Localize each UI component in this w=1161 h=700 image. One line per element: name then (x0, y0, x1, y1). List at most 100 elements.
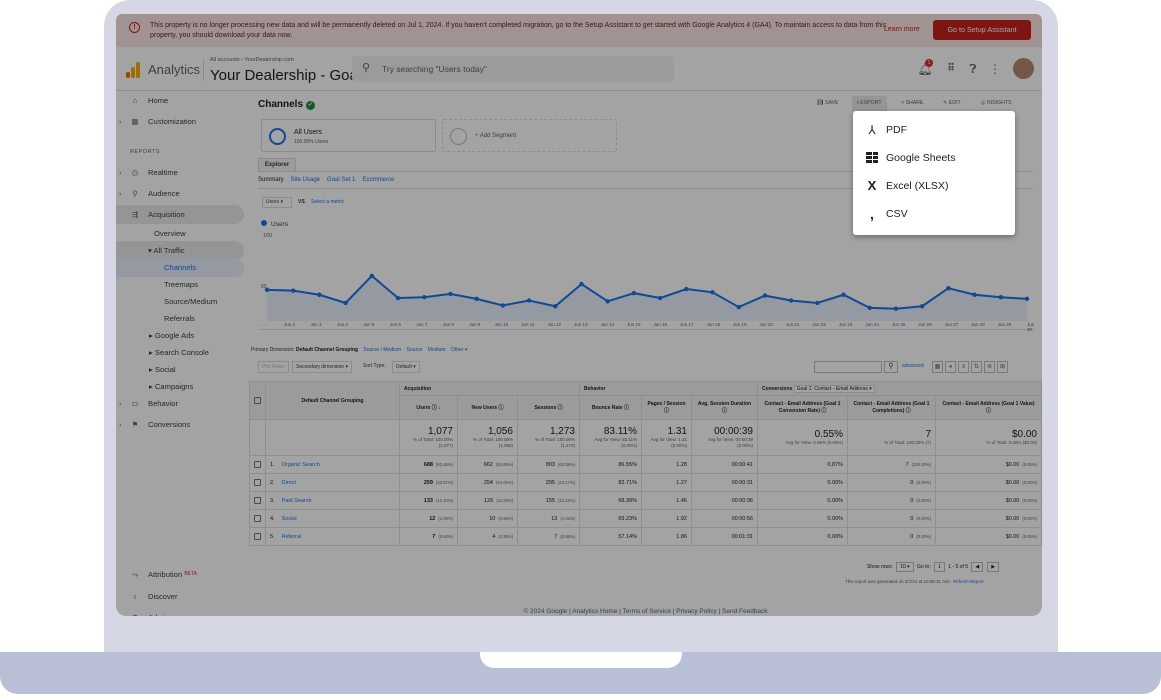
users-point[interactable] (736, 304, 741, 310)
table-row[interactable]: 4. Social 12 (1.09%) 10 (0.95%) 13 (1.02%) 69.23… (249, 509, 1042, 528)
table-row[interactable]: 1. Organic Search 688 (62.46%) 662 (62.69%) 80… (249, 455, 1042, 474)
sidebar-item-customization[interactable]: ▦ Customization (116, 112, 244, 131)
analytics-logo[interactable] (126, 62, 140, 78)
table-search-button[interactable]: ⚲ (884, 361, 898, 373)
row-checkbox[interactable] (254, 461, 261, 468)
plot-rows-button[interactable]: Plot Rows (258, 361, 289, 373)
users-point[interactable] (605, 299, 610, 304)
users-point[interactable] (1024, 296, 1030, 302)
channel-link[interactable]: Paid Search (282, 498, 312, 504)
goto-input[interactable]: 1 (934, 562, 945, 572)
edit-button[interactable]: ✎ EDIT (943, 100, 961, 106)
tab-explorer[interactable]: Explorer (258, 158, 296, 171)
channel-link[interactable]: Organic Search (282, 462, 320, 468)
select-all-checkbox[interactable] (254, 397, 261, 404)
subtab-ecommerce[interactable]: Ecommerce (362, 177, 394, 183)
subtab-goal-set-1[interactable]: Goal Set 1 (327, 177, 355, 183)
users-point[interactable] (998, 295, 1003, 300)
sort-type-select[interactable]: Default ▾ (392, 361, 420, 373)
refresh-report-link[interactable]: Refresh Report (953, 579, 984, 584)
channel-link[interactable]: Social (282, 516, 297, 522)
col-goal1-conversion-rate[interactable]: Contact - Email Address (Goal 1 Conversi… (757, 395, 848, 420)
users-point[interactable] (972, 292, 977, 297)
metric-select[interactable]: Users ▾ (262, 197, 292, 208)
more-vert-icon[interactable]: ⋮ (987, 61, 1003, 77)
sidebar-item-discover[interactable]: ♁ Discover (116, 587, 244, 606)
sidebar-item-behavior[interactable]: ▭ Behavior (116, 394, 244, 413)
row-checkbox[interactable] (254, 533, 261, 540)
col-sessions[interactable]: Sessions ⓘ (517, 395, 580, 420)
sidebar-item-acquisition[interactable]: ⇶ Acquisition (116, 205, 244, 224)
users-point[interactable] (841, 292, 846, 297)
subtab-site-usage[interactable]: Site Usage (291, 177, 320, 183)
avatar[interactable] (1013, 58, 1034, 79)
users-point[interactable] (815, 300, 820, 306)
users-point[interactable] (474, 296, 479, 302)
users-point[interactable] (526, 298, 532, 303)
save-button[interactable]: 💾︎ SAVE (817, 100, 839, 106)
channel-link[interactable]: Direct (282, 480, 296, 486)
export-button[interactable]: ⭳ EXPORT (852, 96, 887, 111)
users-point[interactable] (395, 295, 401, 301)
users-point[interactable] (500, 303, 506, 308)
add-segment-button[interactable]: + Add Segment (442, 119, 617, 152)
users-point[interactable] (919, 304, 925, 309)
view-table-icon[interactable]: ▦ (932, 361, 943, 373)
search-bar[interactable]: ⚲ Try searching "Users today" (352, 56, 674, 82)
select-metric-link[interactable]: Select a metric (311, 199, 344, 205)
table-row[interactable]: 2. Direct 259 (23.57%) 254 (24.05%) 295 (23.17%… (249, 473, 1042, 492)
view-pivot-icon[interactable]: ⊞ (997, 361, 1008, 373)
sidebar-item-audience[interactable]: ⚲ Audience (116, 184, 244, 203)
col-channel-grouping[interactable]: Default Channel Grouping (265, 381, 400, 420)
table-search-input[interactable] (814, 361, 882, 373)
users-point[interactable] (631, 290, 637, 296)
users-point[interactable] (291, 288, 296, 293)
help-icon[interactable]: ❓︎ (965, 61, 981, 77)
dimension-link-source-medium[interactable]: Source / Medium (363, 347, 401, 353)
col-pages-session[interactable]: Pages / Session ⓘ (641, 395, 692, 420)
users-point[interactable] (343, 300, 348, 306)
users-point[interactable] (317, 292, 322, 297)
table-row[interactable]: 3. Paid Search 133 (12.10%) 126 (11.93%) 155 (1… (249, 491, 1042, 510)
users-point[interactable] (553, 304, 558, 309)
users-point[interactable] (369, 273, 375, 279)
users-point[interactable] (893, 306, 899, 311)
segment-all-users[interactable]: All Users 100.00% Users (261, 119, 436, 152)
goal-select[interactable]: Goal 1: Contact - Email Address ▾ (793, 384, 875, 393)
sidebar-item-conversions[interactable]: ⚑ Conversions (116, 415, 244, 434)
row-checkbox[interactable] (254, 479, 261, 486)
row-checkbox[interactable] (254, 497, 261, 504)
setup-assistant-button[interactable]: Go to Setup Assistant (933, 20, 1031, 40)
show-rows-select[interactable]: 10 ▾ (896, 562, 914, 572)
users-point[interactable] (788, 298, 794, 303)
next-page-button[interactable]: ▶ (987, 562, 1000, 572)
view-performance-icon[interactable]: ≡ (958, 361, 969, 373)
sidebar-item-realtime[interactable]: ◷ Realtime (116, 163, 244, 182)
users-point[interactable] (710, 290, 715, 295)
view-term-cloud-icon[interactable]: ≋ (984, 361, 995, 373)
apps-grid-icon[interactable]: ⠿ (943, 61, 959, 77)
view-pie-icon[interactable]: ◕ (945, 361, 956, 373)
sidebar-item-attribution[interactable]: ⤳ Attribution BETA (116, 565, 244, 584)
users-point[interactable] (448, 291, 453, 297)
subtab-summary[interactable]: Summary (258, 177, 284, 183)
learn-more-link[interactable]: Learn more (884, 26, 920, 33)
prev-page-button[interactable]: ◀ (971, 562, 984, 572)
sidebar-item-home[interactable]: ⌂ Home (116, 91, 244, 110)
export-pdf-item[interactable]: ⅄ PDF (853, 116, 1015, 144)
col-bounce-rate[interactable]: Bounce Rate ⓘ (579, 395, 642, 420)
sidebar-item-admin[interactable]: ⚙ Admin (116, 608, 244, 616)
export-csv-item[interactable]: , CSV (853, 200, 1015, 228)
users-point[interactable] (684, 286, 689, 292)
col-new-users[interactable]: New Users ⓘ (457, 395, 518, 420)
users-point[interactable] (579, 281, 584, 287)
users-point[interactable] (422, 295, 427, 300)
col-users[interactable]: Users ⓘ ↓ (399, 395, 458, 420)
insights-button[interactable]: ◎ INSIGHTS (981, 100, 1011, 106)
share-button[interactable]: < SHARE (901, 100, 923, 106)
dimension-link-medium[interactable]: Medium (428, 347, 446, 353)
users-point[interactable] (657, 295, 663, 301)
col-goal1-value[interactable]: Contact - Email Address (Goal 1 Value) ⓘ (935, 395, 1042, 420)
account-breadcrumb[interactable]: All accounts › YourDealership.com (210, 57, 294, 63)
col-goal1-completions[interactable]: Contact - Email Address (Goal 1 Completi… (847, 395, 936, 420)
